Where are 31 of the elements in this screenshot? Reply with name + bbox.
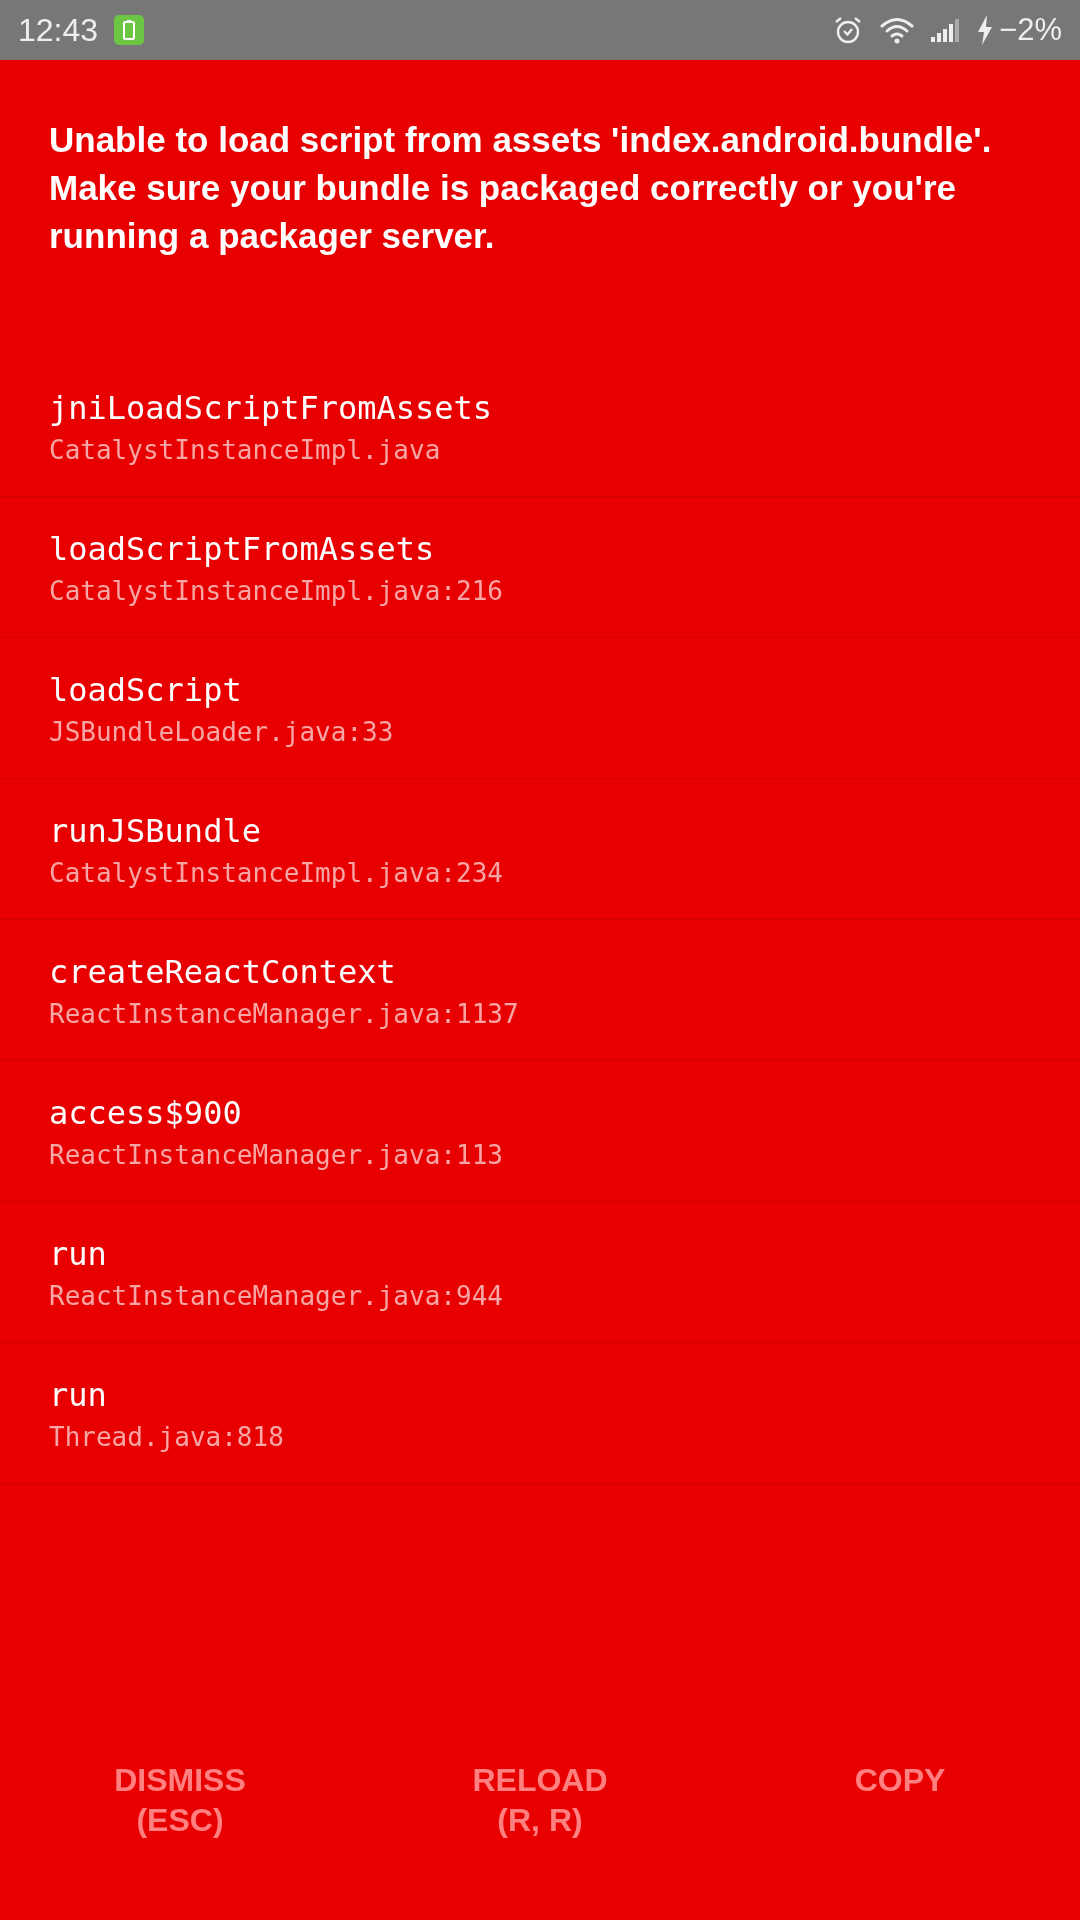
method-name: createReactContext <box>49 952 397 993</box>
stack-frame[interactable]: runJSBundle CatalystInstanceImpl.java:234 <box>0 779 1080 920</box>
file-location: ReactInstanceManager.java:944 <box>49 1280 504 1313</box>
method-name: loadScriptFromAssets <box>49 529 436 570</box>
file-location: JSBundleLoader.java:33 <box>49 716 395 749</box>
wifi-icon <box>879 16 916 44</box>
stack-frame[interactable]: loadScriptFromAssets CatalystInstanceImpl.java:216 <box>0 497 1080 638</box>
file-location: ReactInstanceManager.java:113 <box>49 1139 504 1172</box>
method-name: access$900 <box>49 1093 243 1134</box>
method-name: loadScript <box>49 670 243 711</box>
stack-frame[interactable]: run ReactInstanceManager.java:944 <box>0 1202 1080 1343</box>
method-name: runJSBundle <box>49 811 262 852</box>
stack-frame[interactable]: loadScript JSBundleLoader.java:33 <box>0 638 1080 779</box>
stack-frame[interactable]: jniLoadScriptFromAssets CatalystInstanceImpl.java <box>0 356 1080 497</box>
file-location: Thread.java:818 <box>49 1421 285 1454</box>
method-name: jniLoadScriptFromAssets <box>49 388 494 429</box>
file-location: ReactInstanceManager.java:1137 <box>49 998 520 1031</box>
file-location: CatalystInstanceImpl.java <box>49 434 442 467</box>
method-name: run <box>49 1234 108 1275</box>
stack-frame[interactable]: run Thread.java:818 <box>0 1343 1080 1484</box>
battery-app-icon <box>114 15 145 45</box>
stack-frame[interactable]: access$900 ReactInstanceManager.java:113 <box>0 1061 1080 1202</box>
file-location: CatalystInstanceImpl.java:216 <box>49 575 504 608</box>
signal-icon <box>931 18 962 42</box>
stack-frame[interactable]: createReactContext ReactInstanceManager.java:1137 <box>0 920 1080 1061</box>
clock-time: 12:43 <box>18 11 99 49</box>
error-message: Unable to load script from assets 'index.android.bundle'. Make sure your bundle is packaged correctly or you're running a packager server. <box>48 119 993 257</box>
file-location: CatalystInstanceImpl.java:234 <box>49 857 504 890</box>
battery-percentage: −2% <box>999 12 1062 48</box>
charging-bolt-icon <box>977 15 994 45</box>
method-name: run <box>49 1375 108 1416</box>
